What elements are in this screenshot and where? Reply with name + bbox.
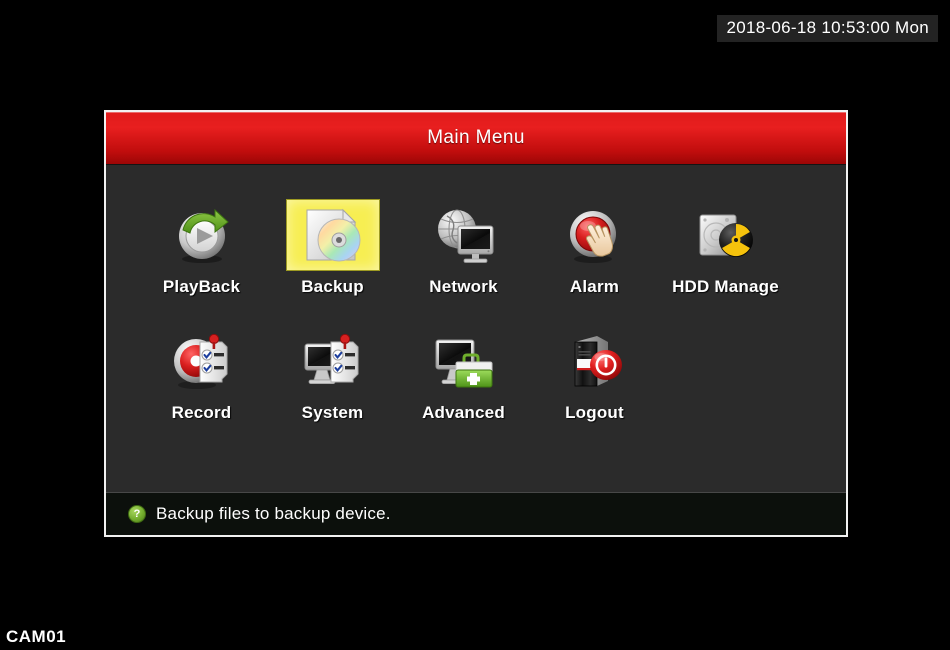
menu-icon-grid: PlayBack Backup Network Alarm HDD Manage… [106, 165, 846, 492]
backup-disc-icon [301, 204, 365, 266]
record-icon [170, 330, 234, 392]
menu-item-label: Record [171, 403, 232, 422]
help-icon: ? [128, 505, 146, 523]
menu-item-playback[interactable]: PlayBack [136, 199, 267, 297]
menu-item-backup[interactable]: Backup [267, 199, 398, 297]
menu-item-network[interactable]: Network [398, 199, 529, 297]
logout-icon [563, 330, 627, 392]
menu-row-1: PlayBack Backup Network Alarm HDD Manage [136, 199, 816, 297]
network-icon-shell [417, 199, 511, 271]
menu-item-label: HDD Manage [672, 277, 779, 296]
logout-icon-shell [548, 325, 642, 397]
menu-item-record[interactable]: Record [136, 325, 267, 423]
main-menu-dialog: Main Menu PlayBack Backup Network Alarm … [104, 110, 848, 537]
menu-item-hdd-manage[interactable]: HDD Manage [660, 199, 791, 297]
menu-item-label: Backup [301, 277, 364, 296]
menu-item-label: PlayBack [162, 277, 241, 296]
camera-channel-label: CAM01 [6, 627, 67, 646]
network-icon [431, 204, 497, 266]
hdd-manage-icon-shell [679, 199, 773, 271]
advanced-icon [432, 330, 496, 392]
menu-item-label: Alarm [569, 277, 620, 296]
status-bar: ? Backup files to backup device. [106, 492, 846, 535]
menu-item-label: Network [429, 277, 498, 296]
system-icon [301, 330, 365, 392]
menu-item-label: System [301, 403, 364, 422]
system-icon-shell [286, 325, 380, 397]
timestamp-overlay: 2018-06-18 10:53:00 Mon [717, 15, 938, 42]
advanced-icon-shell [417, 325, 511, 397]
menu-item-alarm[interactable]: Alarm [529, 199, 660, 297]
menu-item-label: Advanced [422, 403, 505, 422]
menu-item-label: Logout [565, 403, 624, 422]
menu-item-logout[interactable]: Logout [529, 325, 660, 423]
alarm-icon-shell [548, 199, 642, 271]
backup-icon-shell-selected [285, 199, 380, 271]
record-icon-shell [155, 325, 249, 397]
status-hint-text: Backup files to backup device. [156, 504, 391, 523]
playback-icon [171, 204, 233, 266]
hdd-manage-icon [694, 204, 758, 266]
menu-item-advanced[interactable]: Advanced [398, 325, 529, 423]
menu-item-system[interactable]: System [267, 325, 398, 423]
alarm-icon [563, 204, 627, 266]
menu-row-2: Record System Advanced Logout [136, 325, 816, 423]
playback-icon-shell [155, 199, 249, 271]
page-title: Main Menu [427, 127, 525, 148]
dialog-titlebar: Main Menu [106, 112, 846, 165]
